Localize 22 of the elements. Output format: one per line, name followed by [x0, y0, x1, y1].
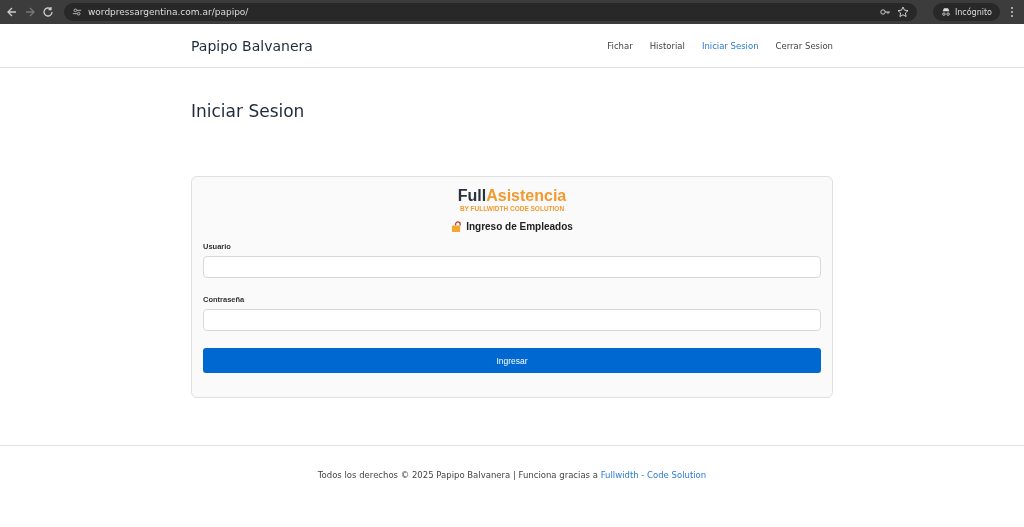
page-title: Iniciar Sesion: [191, 101, 306, 121]
reload-icon[interactable]: [42, 6, 54, 18]
forward-icon[interactable]: [24, 6, 36, 18]
address-bar[interactable]: wordpressargentina.com.ar/papipo/: [64, 3, 917, 21]
nav-link[interactable]: Fichar: [607, 40, 633, 51]
star-icon[interactable]: [896, 6, 909, 18]
nav-link[interactable]: Historial: [649, 40, 685, 51]
footer-link[interactable]: Fullwidth - Code Solution: [600, 470, 707, 480]
incognito-icon: [940, 7, 951, 17]
profile-chip[interactable]: Incógnito: [932, 3, 1000, 21]
site-title[interactable]: Papipo Balvanera: [191, 37, 313, 54]
card-heading: Ingreso de Empleados: [466, 221, 573, 232]
footer-text: Todos los derechos © 2025 Papipo Balvanera | Funciona gracias a: [317, 470, 598, 480]
back-icon[interactable]: [6, 6, 18, 18]
lock-icon: [451, 221, 463, 232]
nav-link[interactable]: Cerrar Sesion: [775, 40, 833, 51]
key-icon[interactable]: [878, 6, 891, 18]
submit-button[interactable]: Ingresar: [203, 348, 821, 373]
nav-link[interactable]: Iniciar Sesion: [701, 40, 759, 51]
site-settings-icon[interactable]: [72, 7, 82, 17]
input-field[interactable]: [203, 309, 821, 331]
input-field[interactable]: [203, 256, 821, 278]
